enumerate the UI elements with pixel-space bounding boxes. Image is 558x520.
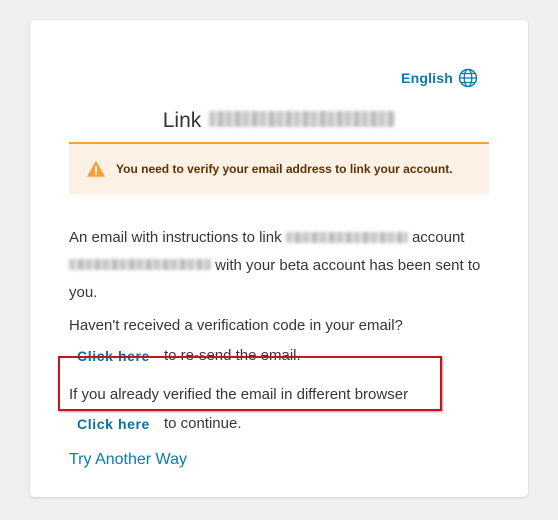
alert-message: You need to verify your email address to… [116,162,453,176]
instructions-part2: account [411,229,465,246]
redacted-account-name [285,231,408,243]
warning-icon [87,161,105,177]
resend-question: Haven't received a verification code in … [69,317,403,334]
language-selector[interactable]: English [401,68,478,88]
page: English Link You need to verify your ema… [0,0,558,520]
continue-row: Click here to continue. [77,415,242,432]
redacted-username [209,111,396,128]
warning-alert: You need to verify your email address to… [69,142,489,194]
instructions-part1: An email with instructions to link [69,229,282,246]
language-label[interactable]: English [401,70,453,86]
resend-email-link[interactable]: Click here [77,348,150,364]
instructions-paragraph: An email with instructions to link accou… [69,224,489,307]
redacted-email [69,259,211,271]
page-title-prefix: Link [162,109,202,132]
continue-link[interactable]: Click here [77,416,150,432]
verification-card: English Link You need to verify your ema… [30,20,528,497]
resend-row: Click here to re-send the email. [77,347,301,364]
continue-suffix: to continue. [163,415,242,432]
page-title: Link [30,108,528,134]
try-another-way-link[interactable]: Try Another Way [69,451,187,469]
already-verified-text: If you already verified the email in dif… [69,386,409,403]
globe-icon[interactable] [458,68,478,88]
resend-suffix: to re-send the email. [163,347,301,364]
